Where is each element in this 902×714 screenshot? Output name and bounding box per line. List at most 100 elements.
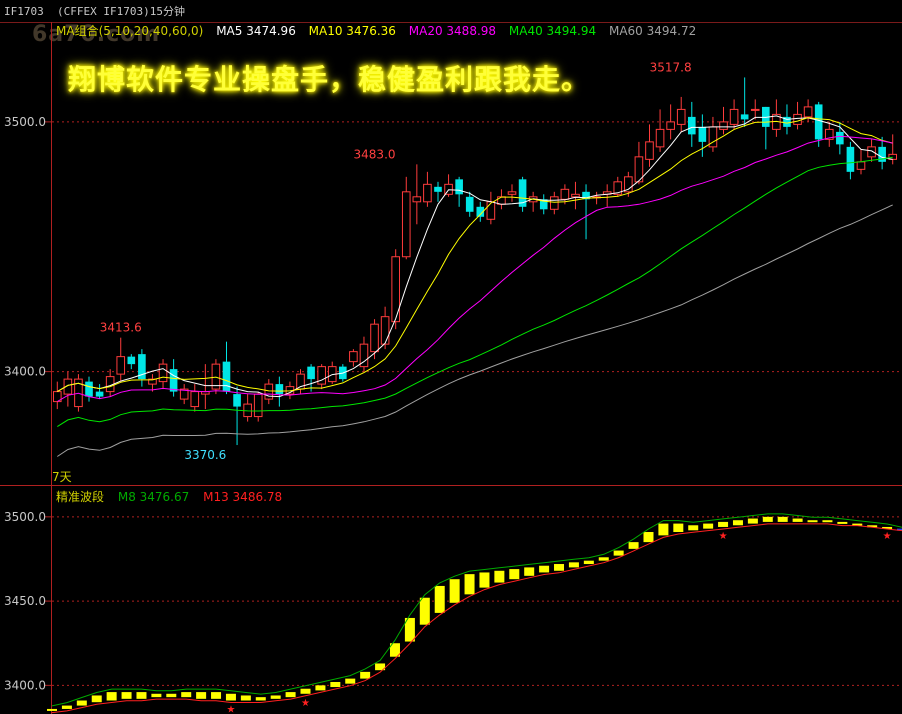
band-block bbox=[330, 681, 341, 688]
band-block bbox=[91, 695, 102, 703]
band-block bbox=[225, 693, 236, 701]
candle-body bbox=[698, 126, 707, 142]
band-block bbox=[47, 708, 57, 711]
star-marker: ★ bbox=[883, 531, 892, 542]
band-block bbox=[554, 564, 565, 571]
candle-body bbox=[380, 316, 390, 345]
candle-body bbox=[571, 193, 580, 198]
band-block bbox=[121, 692, 132, 699]
band-block bbox=[315, 685, 326, 691]
band-block bbox=[598, 557, 609, 561]
band-block bbox=[762, 516, 773, 522]
candle-body bbox=[233, 394, 241, 407]
star-marker: ★ bbox=[226, 705, 235, 714]
band-block bbox=[673, 523, 684, 533]
band-block bbox=[494, 570, 505, 583]
candle-body bbox=[401, 191, 411, 258]
band-block bbox=[792, 518, 803, 522]
band-block bbox=[524, 567, 535, 576]
band-block bbox=[628, 542, 639, 549]
candle-body bbox=[856, 161, 866, 170]
candle-body bbox=[836, 131, 844, 145]
band-block bbox=[136, 692, 147, 699]
m13-label: M13 3486.78 bbox=[203, 490, 283, 504]
candle-body bbox=[116, 356, 126, 375]
band-block bbox=[76, 700, 87, 706]
candle-body bbox=[190, 391, 200, 408]
candle-body bbox=[275, 384, 284, 395]
candle-body bbox=[85, 381, 93, 397]
candle-body bbox=[793, 113, 802, 125]
candle-body bbox=[412, 196, 422, 203]
candle-body bbox=[127, 356, 136, 365]
candle-body bbox=[264, 383, 274, 400]
candle-body bbox=[550, 196, 559, 210]
band-block bbox=[837, 521, 848, 524]
band-block bbox=[658, 523, 669, 536]
band-block bbox=[255, 697, 266, 701]
band-block bbox=[747, 518, 758, 524]
band-block bbox=[196, 692, 207, 699]
candle-body bbox=[676, 108, 686, 125]
band-block bbox=[807, 520, 818, 523]
candle-body bbox=[645, 141, 654, 160]
y-tick-label: 3500.0 bbox=[4, 115, 46, 129]
candle-body bbox=[486, 201, 496, 220]
band-block bbox=[166, 693, 177, 698]
promo-banner: 翔博软件专业操盘手，稳健盈利跟我走。 bbox=[68, 63, 591, 96]
band-block bbox=[181, 692, 192, 698]
band-block bbox=[211, 692, 222, 699]
band-block bbox=[568, 562, 579, 568]
band-block bbox=[151, 693, 162, 698]
band-block bbox=[613, 550, 624, 556]
candlestick-chart[interactable]: 3400.0 3500.0 3413.6 3370.6 3483.0 3517.8 7天 34… bbox=[0, 0, 902, 714]
candle-body bbox=[169, 369, 178, 392]
candle-body bbox=[465, 196, 474, 212]
candle-body bbox=[507, 191, 517, 195]
band-block bbox=[300, 688, 311, 694]
candle-body bbox=[655, 128, 665, 148]
candle-body bbox=[222, 361, 231, 392]
band-block bbox=[509, 569, 520, 580]
candle-body bbox=[158, 363, 168, 383]
ma60-line bbox=[57, 204, 893, 457]
candle-body bbox=[750, 108, 760, 111]
candle-body bbox=[740, 114, 749, 120]
ma20-line bbox=[57, 135, 893, 403]
band-block bbox=[419, 597, 430, 625]
candle-body bbox=[846, 146, 855, 172]
band-block bbox=[732, 520, 743, 526]
band-block bbox=[106, 692, 117, 701]
price-annotation: 3483.0 bbox=[354, 147, 396, 161]
candle-body bbox=[95, 391, 104, 397]
star-marker: ★ bbox=[719, 531, 728, 542]
price-annotation: 3517.8 bbox=[650, 60, 692, 74]
band-block bbox=[270, 695, 281, 699]
band-block bbox=[479, 572, 490, 588]
period-label: 7天 bbox=[52, 470, 72, 484]
band-block bbox=[449, 579, 460, 603]
candle-body bbox=[867, 146, 876, 158]
band-block bbox=[360, 671, 371, 679]
price-annotation: 3413.6 bbox=[100, 321, 142, 335]
band-block bbox=[434, 585, 445, 613]
y-tick-label: 3500.0 bbox=[4, 510, 46, 524]
ma40-line bbox=[57, 156, 893, 428]
band-block bbox=[240, 695, 251, 701]
band-block bbox=[718, 521, 729, 527]
y-tick-label: 3400.0 bbox=[4, 678, 46, 692]
band-block bbox=[285, 692, 296, 698]
band-block bbox=[777, 516, 788, 522]
y-tick-label: 3450.0 bbox=[4, 594, 46, 608]
candle-body bbox=[560, 188, 570, 200]
band-block bbox=[643, 532, 654, 543]
band-block bbox=[61, 705, 72, 709]
candle-body bbox=[434, 186, 442, 192]
star-marker: ★ bbox=[301, 698, 310, 709]
candle-body bbox=[803, 106, 813, 118]
indicator-name: 精准波段 bbox=[56, 490, 105, 504]
candle-body bbox=[729, 108, 739, 125]
candle-body bbox=[307, 366, 315, 380]
m13-line bbox=[51, 523, 902, 714]
band-block bbox=[464, 574, 475, 595]
